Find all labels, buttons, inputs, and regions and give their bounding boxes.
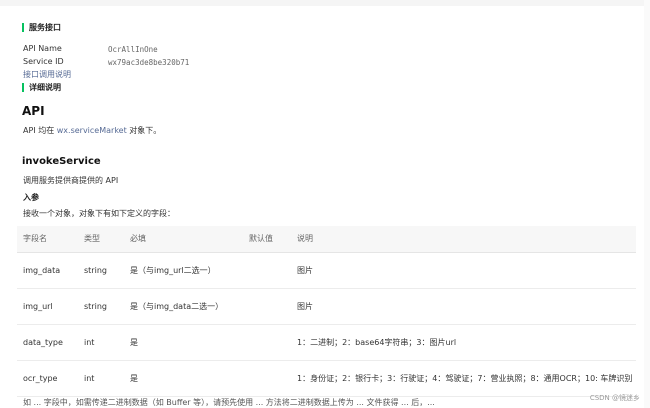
service-interface-title-text: 服务接口 — [29, 23, 61, 32]
service-market-link[interactable]: wx.serviceMarket — [57, 126, 127, 135]
cell-field-name: data_type — [17, 324, 78, 361]
cell-required: 是（与img_url二选一） — [124, 252, 243, 289]
cell-field-name: img_data — [17, 252, 78, 289]
doc-link[interactable]: 接口调用说明 — [23, 69, 71, 80]
table-row: img_url string 是（与img_data二选一） 图片 — [17, 288, 636, 325]
column-header-name: 字段名 — [17, 226, 78, 253]
column-header-default: 默认值 — [243, 226, 291, 253]
cell-default — [243, 324, 291, 361]
cell-type: int — [78, 360, 124, 397]
api-name-label: API Name — [23, 44, 62, 53]
cell-field-name: ocr_type — [17, 360, 78, 397]
column-header-description: 说明 — [291, 226, 636, 253]
table-row: img_data string 是（与img_url二选一） 图片 — [17, 252, 636, 289]
service-interface-title: 服务接口 — [22, 22, 61, 33]
cell-description: 1：身份证；2：银行卡；3：行驶证；4：驾驶证；7：营业执照；8：通用OCR；1… — [291, 360, 636, 397]
cell-type: int — [78, 324, 124, 361]
invoke-description: 调用服务提供商提供的 API — [23, 176, 119, 185]
cell-description: 图片 — [291, 288, 636, 325]
cell-description: 图片 — [291, 252, 636, 289]
service-id-label: Service ID — [23, 57, 64, 66]
cell-default — [243, 252, 291, 289]
table-row: ocr_type int 是 1：身份证；2：银行卡；3：行驶证；4：驾驶证；7… — [17, 360, 636, 397]
detail-title-text: 详细说明 — [29, 83, 61, 92]
api-desc-prefix: API 均在 — [23, 126, 57, 135]
detail-title: 详细说明 — [22, 82, 61, 93]
service-id-value: wx79ac3de8be320b71 — [108, 58, 190, 67]
csdn-watermark: CSDN @镜迷乡 — [589, 394, 640, 402]
column-header-type: 类型 — [78, 226, 124, 253]
cell-default — [243, 288, 291, 325]
cell-required: 是 — [124, 324, 243, 361]
invoke-service-heading: invokeService — [22, 156, 101, 167]
column-header-required: 必填 — [124, 226, 243, 253]
api-description: API 均在 wx.serviceMarket 对象下。 — [23, 125, 161, 136]
cell-type: string — [78, 252, 124, 289]
right-scroll-gutter — [644, 0, 650, 408]
api-desc-suffix: 对象下。 — [126, 126, 162, 135]
service-doc-page: 服务接口 API Name OcrAllInOne Service ID wx7… — [0, 0, 650, 408]
section-accent-bar — [22, 23, 24, 32]
cell-description: 1：二进制；2：base64字符串；3：图片url — [291, 324, 636, 361]
cell-field-name: img_url — [17, 288, 78, 325]
fields-table: 字段名 类型 必填 默认值 说明 img_data string 是（与img_… — [17, 226, 636, 397]
section-accent-bar — [22, 83, 24, 92]
cell-default — [243, 360, 291, 397]
api-heading: API — [22, 104, 45, 118]
cell-required: 是 — [124, 360, 243, 397]
api-name-value: OcrAllInOne — [108, 45, 158, 54]
table-row: data_type int 是 1：二进制；2：base64字符串；3：图片ur… — [17, 324, 636, 361]
params-title: 入参 — [23, 193, 39, 202]
cell-required: 是（与img_data二选一） — [124, 288, 243, 325]
cell-type: string — [78, 288, 124, 325]
table-header-row: 字段名 类型 必填 默认值 说明 — [17, 226, 636, 253]
params-description: 接收一个对象，对象下有如下定义的字段： — [23, 209, 175, 218]
truncated-bottom-text: 如 ... 字段中，如需传递二进制数据（如 Buffer 等），请预先使用 ..… — [23, 398, 435, 407]
top-strip — [0, 0, 650, 6]
